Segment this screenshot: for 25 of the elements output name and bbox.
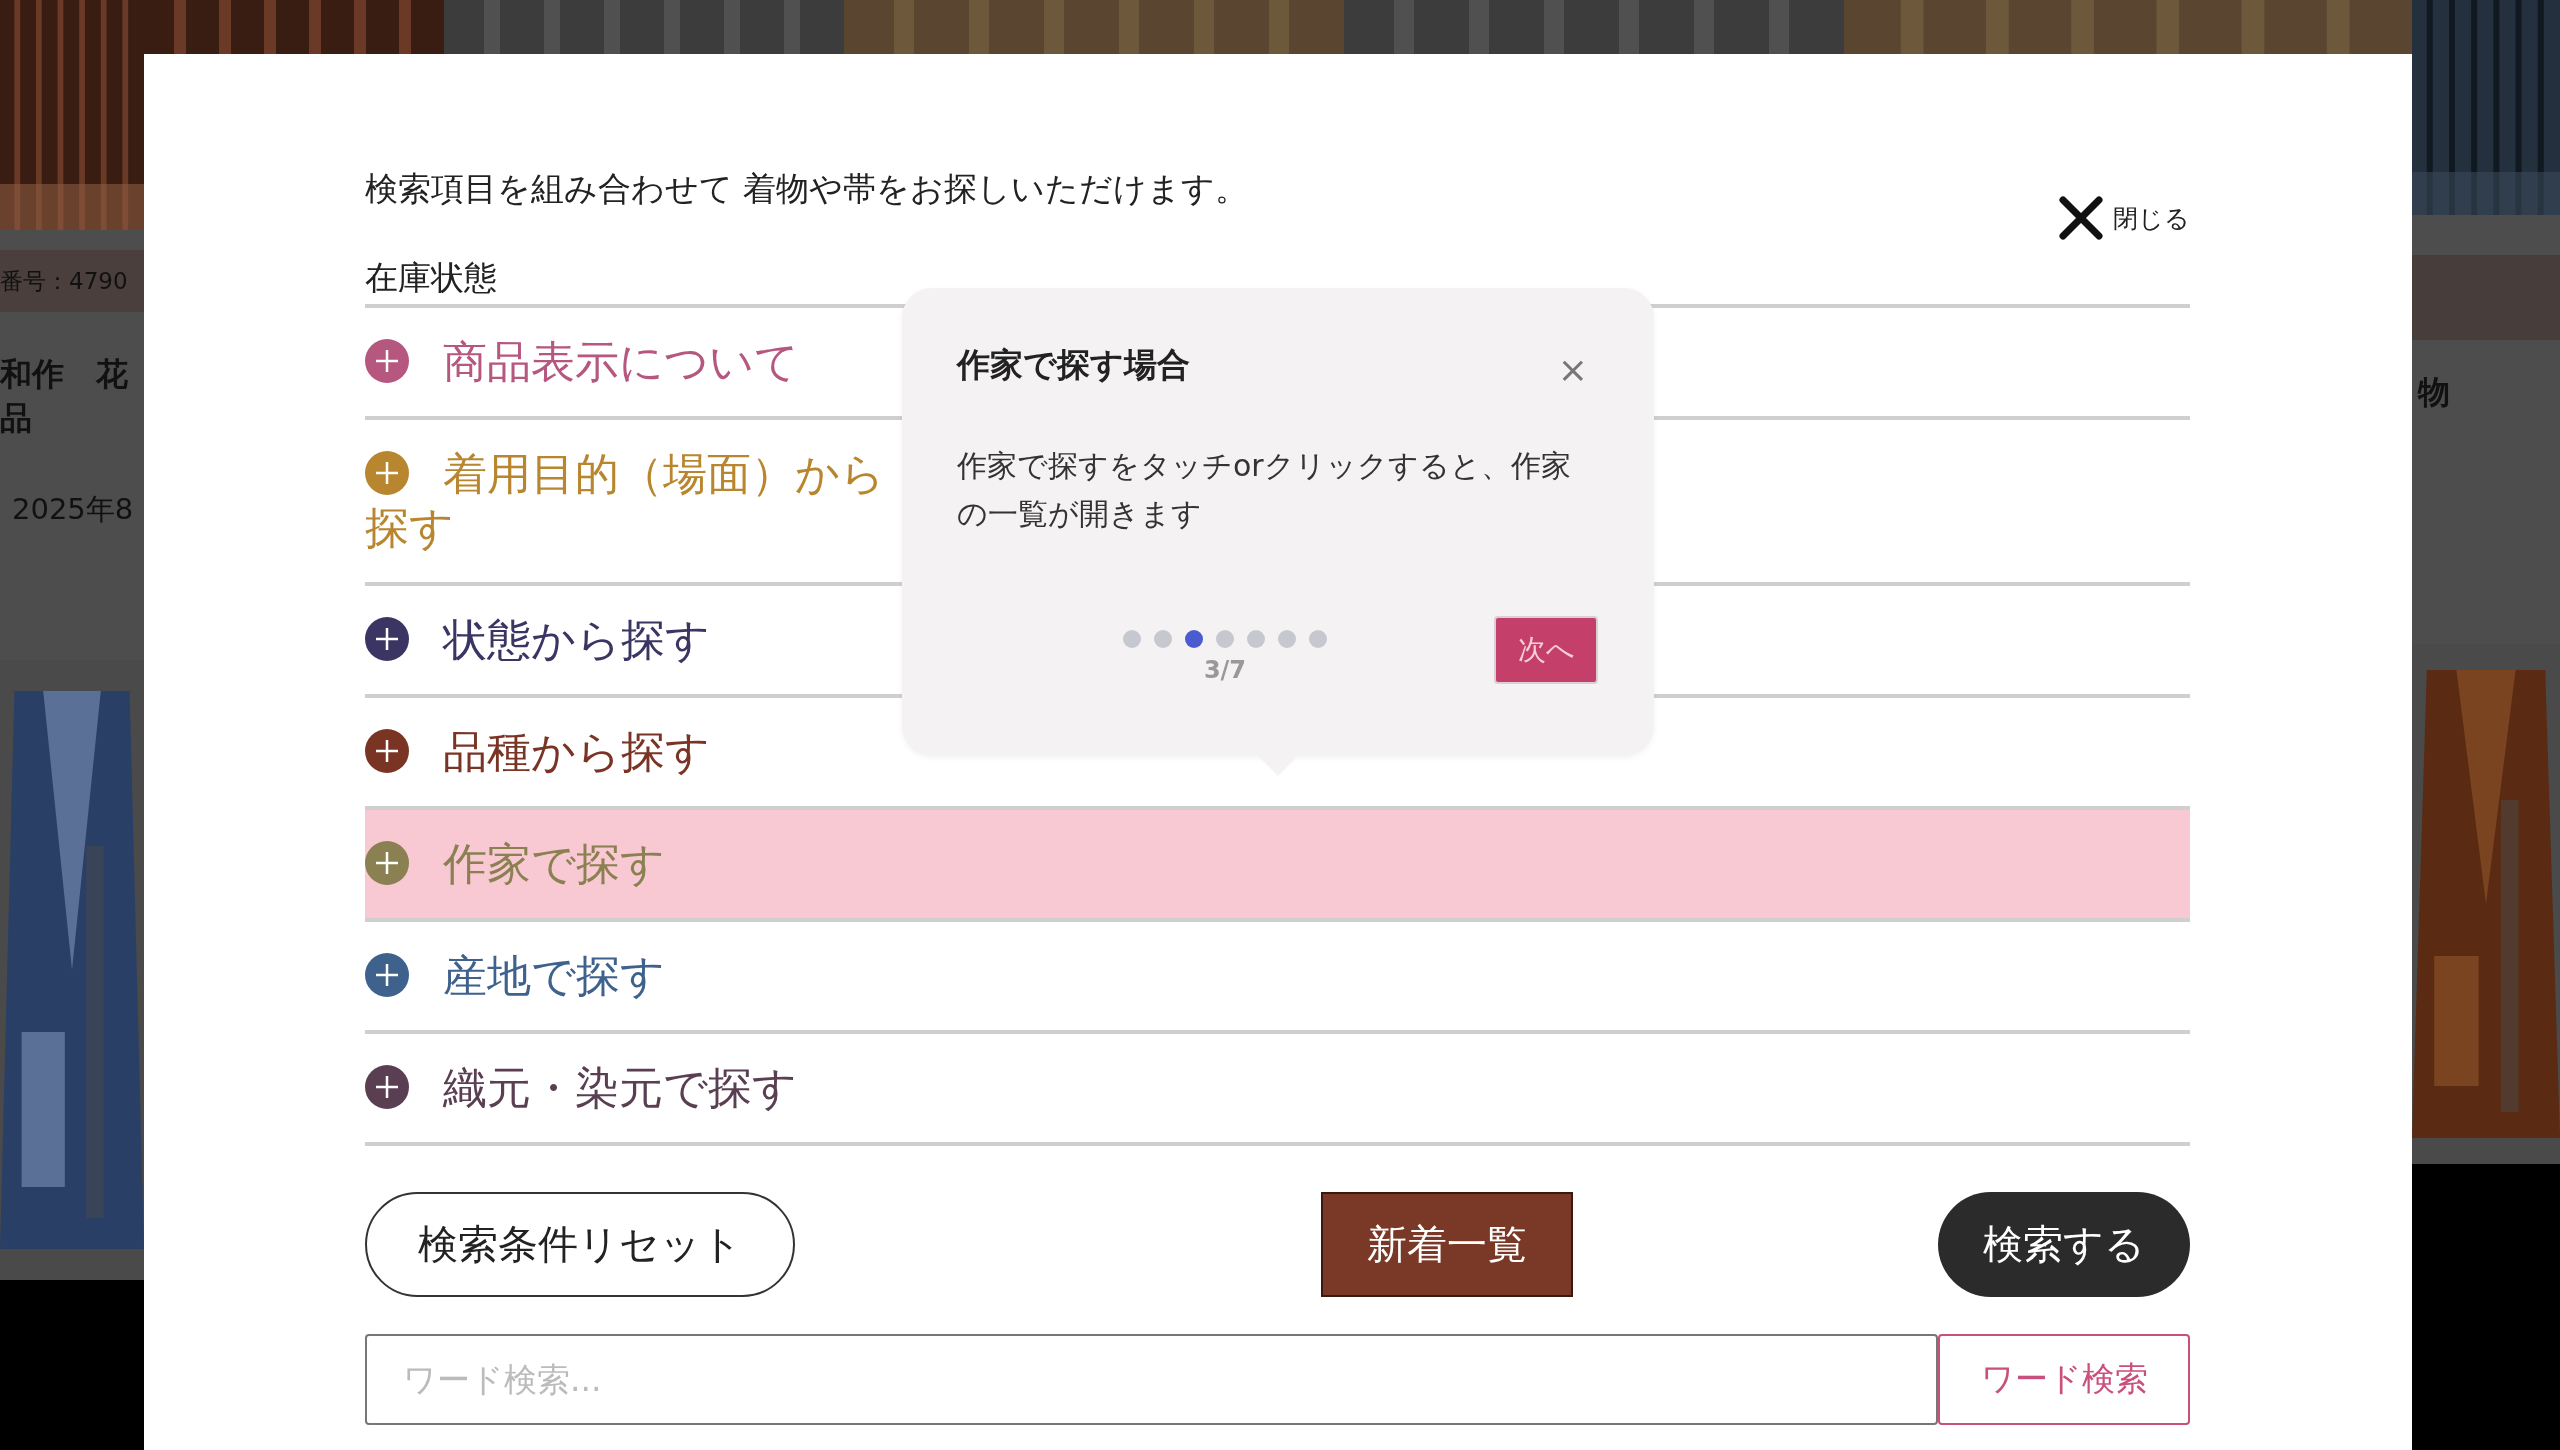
reset-button[interactable]: 検索条件リセット [365,1192,795,1297]
step-dot[interactable] [1154,630,1172,648]
search-button[interactable]: 検索する [1938,1192,2190,1297]
product-title: 物 [2418,372,2451,413]
plus-icon [365,841,409,885]
plus-icon [365,1065,409,1109]
plus-icon [365,953,409,997]
step-dot[interactable] [1309,630,1327,648]
word-search-field[interactable]: ワード検索... [365,1334,1938,1425]
tooltip-title: 作家で探す場合 [957,343,1190,386]
step-dot[interactable] [1123,630,1141,648]
step-dot[interactable] [1185,630,1203,648]
product-title: 品 [0,398,33,439]
word-search-button[interactable]: ワード検索 [1938,1334,2190,1425]
item-number: 番号：4790 [0,266,128,296]
new-arrivals-button[interactable]: 新着一覧 [1320,1192,1573,1297]
product-title: 和作 花 [0,354,129,395]
intro-text: 検索項目を組み合わせて 着物や帯をお探しいただけます。 [365,168,1249,210]
step-dot[interactable] [1247,630,1265,648]
tooltip-text: 作家で探すをタッチorクリックすると、作家の一覧が開きます [957,447,1572,533]
step-counter: 3/7 [1203,656,1247,684]
step-dot[interactable] [1216,630,1234,648]
tooltip-close-button[interactable]: × [1547,350,1598,390]
step-dot[interactable] [1278,630,1296,648]
product-date: 2025年8 [12,491,135,528]
